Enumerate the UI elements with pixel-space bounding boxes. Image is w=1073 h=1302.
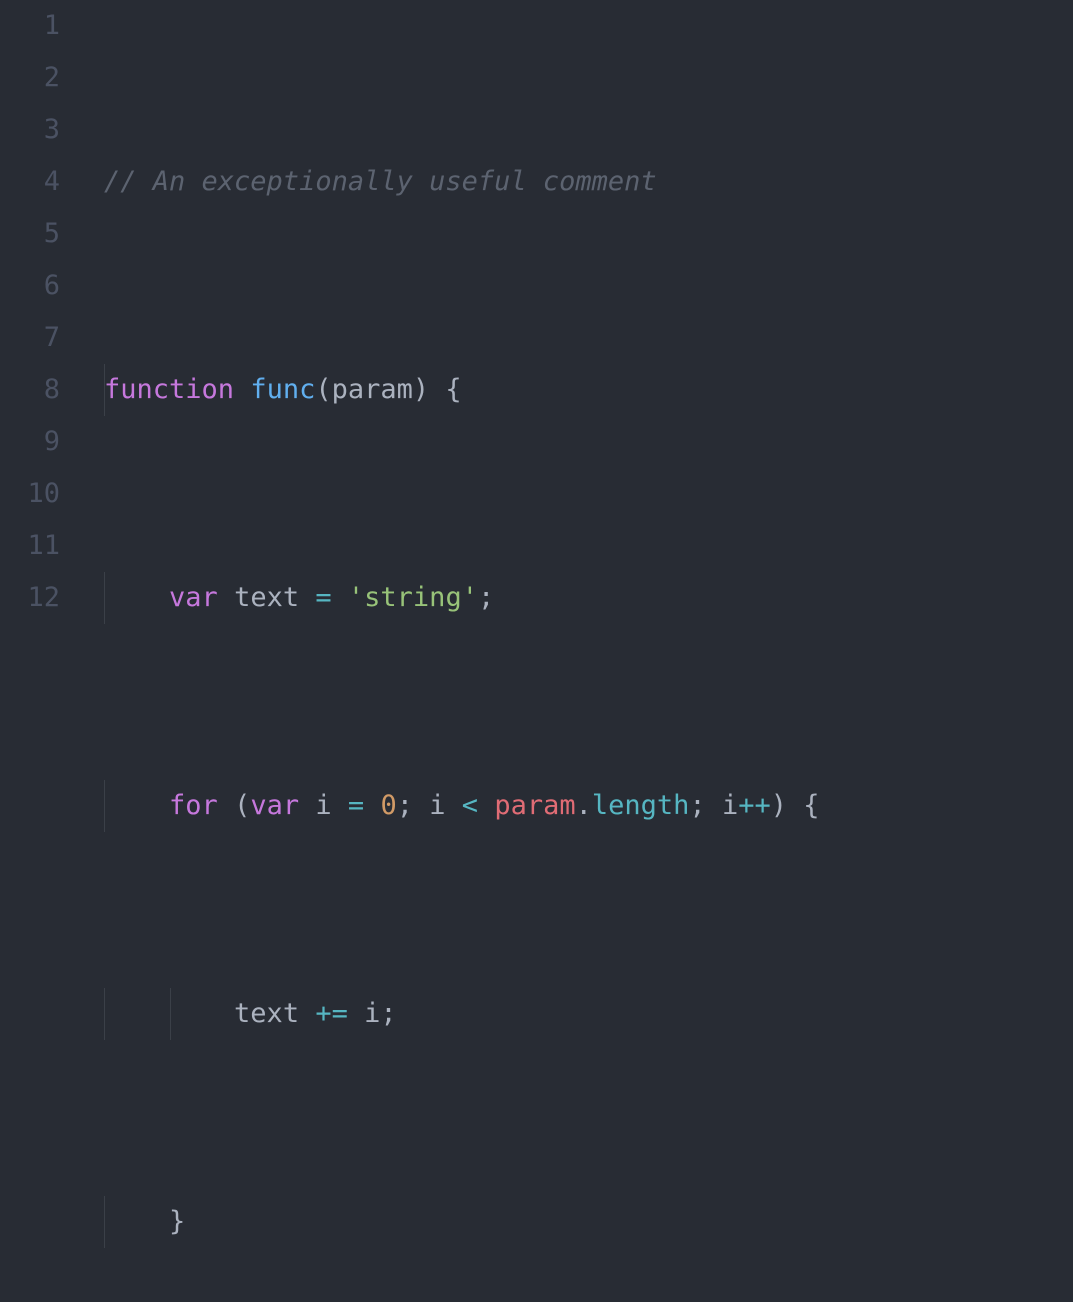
line-number: 5 bbox=[0, 208, 60, 260]
operator-token: += bbox=[315, 998, 348, 1029]
operator-token: < bbox=[462, 790, 478, 821]
code-area[interactable]: // An exceptionally useful comment funct… bbox=[78, 0, 820, 651]
line-number: 1 bbox=[0, 0, 60, 52]
line-number: 3 bbox=[0, 104, 60, 156]
line-number: 10 bbox=[0, 468, 60, 520]
punct-token: ; bbox=[478, 582, 494, 613]
number-token: 0 bbox=[380, 790, 396, 821]
punct-token: ; bbox=[380, 998, 396, 1029]
line-number: 8 bbox=[0, 364, 60, 416]
code-line[interactable]: for (var i = 0; i < param.length; i++) { bbox=[104, 780, 820, 832]
line-number: 4 bbox=[0, 156, 60, 208]
identifier-token: text bbox=[234, 582, 299, 613]
line-number: 6 bbox=[0, 260, 60, 312]
brace-token: { bbox=[803, 790, 819, 821]
punct-token: ; bbox=[397, 790, 413, 821]
punct-token: ( bbox=[315, 374, 331, 405]
keyword-token: function bbox=[104, 374, 234, 405]
param-token: param bbox=[332, 374, 413, 405]
code-line[interactable]: // An exceptionally useful comment bbox=[104, 156, 820, 208]
operator-token: = bbox=[315, 582, 331, 613]
identifier-token: text bbox=[234, 998, 299, 1029]
punct-token: ( bbox=[234, 790, 250, 821]
brace-token: { bbox=[445, 374, 461, 405]
param-token: param bbox=[494, 790, 575, 821]
code-editor[interactable]: 1 2 3 4 5 6 7 8 9 10 11 12 // An excepti… bbox=[0, 0, 1073, 651]
line-number: 11 bbox=[0, 520, 60, 572]
identifier-token: i bbox=[315, 790, 331, 821]
string-token: 'string' bbox=[348, 582, 478, 613]
punct-token: ) bbox=[771, 790, 787, 821]
keyword-token: for bbox=[169, 790, 218, 821]
identifier-token: i bbox=[429, 790, 445, 821]
punct-token: ; bbox=[689, 790, 705, 821]
line-number: 9 bbox=[0, 416, 60, 468]
line-number: 7 bbox=[0, 312, 60, 364]
code-line[interactable]: } bbox=[104, 1196, 820, 1248]
brace-token: } bbox=[169, 1206, 185, 1237]
code-line[interactable]: var text = 'string'; bbox=[104, 572, 820, 624]
line-number-gutter: 1 2 3 4 5 6 7 8 9 10 11 12 bbox=[0, 0, 78, 651]
identifier-token: i bbox=[722, 790, 738, 821]
line-number: 12 bbox=[0, 572, 60, 624]
punct-token: . bbox=[576, 790, 592, 821]
keyword-token: var bbox=[169, 582, 218, 613]
punct-token: ) bbox=[413, 374, 429, 405]
property-token: length bbox=[592, 790, 690, 821]
function-name-token: func bbox=[250, 374, 315, 405]
line-number: 2 bbox=[0, 52, 60, 104]
comment-token: // An exceptionally useful comment bbox=[104, 166, 657, 197]
code-line[interactable]: text += i; bbox=[104, 988, 820, 1040]
identifier-token: i bbox=[364, 998, 380, 1029]
operator-token: = bbox=[348, 790, 364, 821]
operator-token: ++ bbox=[738, 790, 771, 821]
keyword-token: var bbox=[250, 790, 299, 821]
code-line[interactable]: function func(param) { bbox=[104, 364, 820, 416]
